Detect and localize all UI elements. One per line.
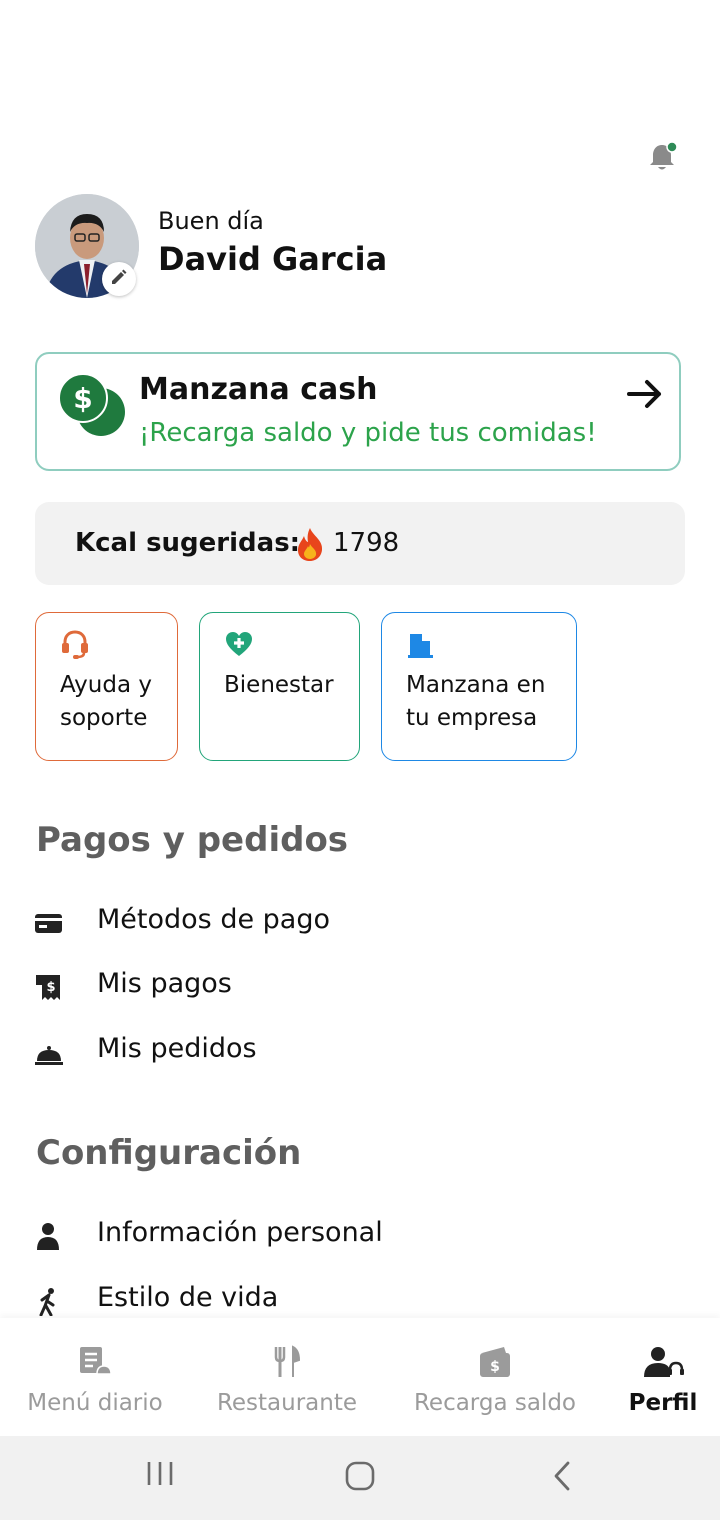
heart-plus-icon	[224, 629, 254, 659]
fork-knife-icon	[269, 1344, 305, 1380]
personal-info-label: Información personal	[97, 1217, 383, 1248]
nav-perfil-label: Perfil	[628, 1390, 698, 1416]
user-name: David Garcia	[158, 240, 388, 278]
fire-icon	[295, 526, 325, 562]
kcal-label: Kcal sugeridas:	[75, 528, 301, 558]
lifestyle-label: Estilo de vida	[97, 1282, 279, 1313]
payment-methods-item[interactable]: Métodos de pago	[0, 894, 720, 954]
headset-icon	[60, 629, 90, 659]
nav-perfil[interactable]: Perfil	[620, 1318, 706, 1436]
coins-icon: $	[57, 372, 129, 442]
wellbeing-tile[interactable]: Bienestar	[199, 612, 360, 761]
nav-recarga-saldo-label: Recarga saldo	[413, 1390, 577, 1416]
svg-text:$: $	[490, 1359, 500, 1375]
help-support-label: Ayuda y soporte	[60, 672, 152, 731]
bottom-navigation: Menú diario Restaurante $ Recarga saldo	[0, 1318, 720, 1436]
manzana-cash-card[interactable]: $ Manzana cash ¡Recarga saldo y pide tus…	[35, 352, 681, 471]
cash-card-title: Manzana cash	[139, 372, 378, 407]
profile-support-icon	[642, 1344, 686, 1380]
company-label: Manzana en tu empresa	[406, 672, 546, 731]
edit-photo-button[interactable]	[102, 262, 136, 296]
payment-methods-label: Métodos de pago	[97, 904, 330, 935]
person-icon	[34, 1221, 64, 1251]
nav-menu-diario[interactable]: Menú diario	[20, 1318, 170, 1436]
menu-list-icon	[77, 1344, 113, 1380]
arrow-right-icon[interactable]	[625, 374, 665, 414]
my-payments-label: Mis pagos	[97, 968, 232, 999]
my-orders-label: Mis pedidos	[97, 1033, 257, 1064]
nav-restaurante-label: Restaurante	[216, 1390, 358, 1416]
nav-menu-diario-label: Menú diario	[27, 1390, 163, 1416]
walking-icon	[34, 1286, 64, 1317]
company-tile[interactable]: Manzana en tu empresa	[381, 612, 577, 761]
my-payments-item[interactable]: $ Mis pagos	[0, 958, 720, 1018]
help-support-tile[interactable]: Ayuda y soporte	[35, 612, 178, 761]
cloche-icon	[34, 1037, 64, 1067]
svg-text:$: $	[46, 980, 55, 995]
kcal-suggested-card: Kcal sugeridas: 1798	[35, 502, 685, 585]
my-orders-item[interactable]: Mis pedidos	[0, 1023, 720, 1083]
back-icon[interactable]	[550, 1460, 576, 1492]
recent-apps-icon[interactable]	[145, 1458, 175, 1488]
kcal-value: 1798	[333, 528, 400, 558]
wallet-icon: $	[477, 1344, 513, 1380]
payments-section-title: Pagos y pedidos	[36, 820, 349, 860]
receipt-icon: $	[34, 972, 64, 1002]
notifications-bell-icon[interactable]	[646, 140, 680, 174]
system-navigation-bar	[0, 1436, 720, 1520]
svg-text:$: $	[73, 382, 92, 415]
greeting-text: Buen día	[158, 207, 264, 235]
personal-info-item[interactable]: Información personal	[0, 1207, 720, 1267]
credit-card-icon	[34, 908, 64, 938]
nav-restaurante[interactable]: Restaurante	[212, 1318, 362, 1436]
building-icon	[406, 629, 436, 659]
pencil-icon	[110, 268, 128, 290]
home-icon[interactable]	[344, 1460, 376, 1492]
nav-recarga-saldo[interactable]: $ Recarga saldo	[405, 1318, 585, 1436]
settings-section-title: Configuración	[36, 1133, 302, 1173]
wellbeing-label: Bienestar	[224, 672, 334, 698]
cash-card-subtitle: ¡Recarga saldo y pide tus comidas!	[139, 418, 597, 448]
